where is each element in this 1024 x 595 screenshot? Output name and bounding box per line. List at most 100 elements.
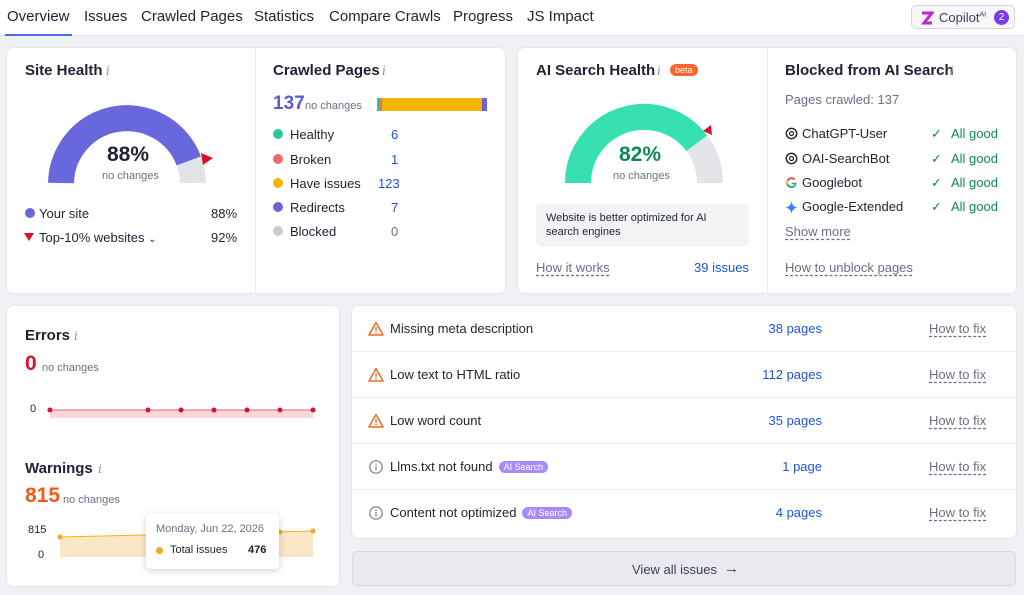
bot-status: All good <box>951 151 998 166</box>
crawled-pages-total[interactable]: 137 <box>273 93 305 115</box>
bot-status: All good <box>951 126 998 141</box>
tab-compare-crawls[interactable]: Compare Crawls <box>329 8 441 25</box>
issue-row[interactable]: Low text to HTML ratio 112 pages How to … <box>352 352 1016 398</box>
google-icon <box>786 177 797 188</box>
site-health-value: 88% <box>107 143 150 166</box>
openai-icon <box>785 127 798 140</box>
blocked-count: 0 <box>391 224 399 239</box>
copilot-sup: AI <box>979 11 987 19</box>
crawled-pages-bar <box>377 98 487 111</box>
tab-progress[interactable]: Progress <box>453 8 513 25</box>
errors-point <box>244 407 250 413</box>
copilot-logo-icon <box>920 11 934 25</box>
issue-name: Low word count <box>390 413 482 428</box>
ai-health-sub: no changes <box>613 170 670 182</box>
redirects-count[interactable]: 7 <box>391 200 398 215</box>
top-nav: Overview Issues Crawled Pages Statistics… <box>0 0 1024 36</box>
issue-pages-link[interactable]: 38 pages <box>769 321 823 336</box>
info-icon[interactable]: i <box>382 64 386 78</box>
copilot-button[interactable]: CopilotAI 2 <box>911 5 1015 29</box>
check-icon: ✓ <box>931 175 942 190</box>
your-site-dot <box>25 208 35 218</box>
top10-value: 92% <box>211 230 238 245</box>
ai-health-note: Website is better optimized for AI searc… <box>536 204 749 246</box>
bot-name: ChatGPT-User <box>802 126 888 141</box>
tab-overview[interactable]: Overview <box>5 8 72 36</box>
tab-crawled-pages[interactable]: Crawled Pages <box>141 8 243 25</box>
issue-row[interactable]: Content not optimized AI Search 4 pages H… <box>352 490 1016 536</box>
info-icon[interactable]: i <box>74 329 78 343</box>
warning-icon <box>368 413 384 428</box>
have-issues-label: Have issues <box>290 176 361 191</box>
warnings-value[interactable]: 815 <box>25 484 60 508</box>
bar-redirects <box>482 98 487 111</box>
how-to-fix-link[interactable]: How to fix <box>929 505 986 520</box>
blocked-label: Blocked <box>290 224 337 239</box>
how-to-fix-link[interactable]: How to fix <box>929 459 986 474</box>
info-icon[interactable]: i <box>950 64 954 78</box>
notice-icon <box>369 506 383 520</box>
broken-count[interactable]: 1 <box>391 152 398 167</box>
warnings-title: Warnings <box>25 460 93 477</box>
errors-point <box>211 407 217 413</box>
how-it-works-link[interactable]: How it works <box>536 260 610 275</box>
how-to-unblock-link[interactable]: How to unblock pages <box>785 260 913 275</box>
view-all-label: View all issues <box>632 562 718 577</box>
issue-pages-link[interactable]: 112 pages <box>762 367 822 382</box>
issue-pages-link[interactable]: 4 pages <box>776 505 822 520</box>
warnings-axis-top: 815 <box>28 524 47 536</box>
ai-issues-link[interactable]: 39 issues <box>694 260 749 275</box>
redirects-label: Redirects <box>290 200 345 215</box>
issue-pages-link[interactable]: 35 pages <box>769 413 823 428</box>
info-icon[interactable]: i <box>98 462 102 476</box>
site-health-title: Site Health <box>25 62 103 79</box>
tab-js-impact[interactable]: JS Impact <box>527 8 594 25</box>
view-all-issues-button[interactable]: View all issues → <box>352 551 1016 586</box>
chevron-down-icon: ⌄ <box>148 234 157 245</box>
divider <box>767 48 768 293</box>
your-site-label: Your site <box>39 206 90 221</box>
how-to-fix-link[interactable]: How to fix <box>929 413 986 428</box>
site-health-sub: no changes <box>102 170 159 182</box>
ai-search-badge: AI Search <box>498 461 549 473</box>
pages-crawled: Pages crawled: 137 <box>785 92 900 107</box>
issues-list-card: Missing meta description 38 pages How to… <box>352 306 1016 538</box>
arrow-right-icon: → <box>724 560 739 577</box>
gauge-rest <box>686 135 724 184</box>
warnings-sub: no changes <box>63 494 120 506</box>
have-issues-dot <box>273 178 283 188</box>
issue-row[interactable]: Low word count 35 pages How to fix <box>352 398 1016 444</box>
have-issues-count[interactable]: 123 <box>378 176 400 191</box>
benchmark-marker <box>201 153 213 165</box>
issue-name: Llms.txt not found AI Search <box>390 459 549 474</box>
redirects-dot <box>273 202 283 212</box>
issue-pages-link[interactable]: 1 page <box>782 459 822 474</box>
tab-statistics[interactable]: Statistics <box>254 8 314 25</box>
issue-row[interactable]: Llms.txt not found AI Search 1 page How t… <box>352 444 1016 490</box>
errors-value[interactable]: 0 <box>25 352 37 376</box>
broken-label: Broken <box>290 152 332 167</box>
info-icon[interactable]: i <box>657 64 661 78</box>
how-to-fix-link[interactable]: How to fix <box>929 321 986 336</box>
gauge-rest <box>176 156 206 184</box>
check-icon: ✓ <box>931 126 942 141</box>
top10-dropdown[interactable]: Top-10% websites ⌄ <box>39 230 157 245</box>
errors-axis-label: 0 <box>30 403 37 415</box>
healthy-count[interactable]: 6 <box>391 127 398 142</box>
check-icon: ✓ <box>931 199 942 214</box>
issue-row[interactable]: Missing meta description 38 pages How to… <box>352 306 1016 352</box>
warnings-axis-bottom: 0 <box>38 549 45 561</box>
warnings-point <box>310 528 316 534</box>
warning-icon <box>368 367 384 382</box>
how-to-fix-link[interactable]: How to fix <box>929 367 986 382</box>
show-more-link[interactable]: Show more <box>785 224 851 239</box>
divider <box>255 48 256 293</box>
top10-label: Top-10% websites <box>39 230 145 245</box>
tooltip-date: Monday, Jun 22, 2026 <box>156 523 265 535</box>
tab-issues[interactable]: Issues <box>84 8 127 25</box>
errors-point <box>178 407 184 413</box>
beta-badge: beta <box>670 64 698 76</box>
healthy-dot <box>273 129 283 139</box>
blocked-dot <box>273 226 283 236</box>
info-icon[interactable]: i <box>106 64 110 78</box>
